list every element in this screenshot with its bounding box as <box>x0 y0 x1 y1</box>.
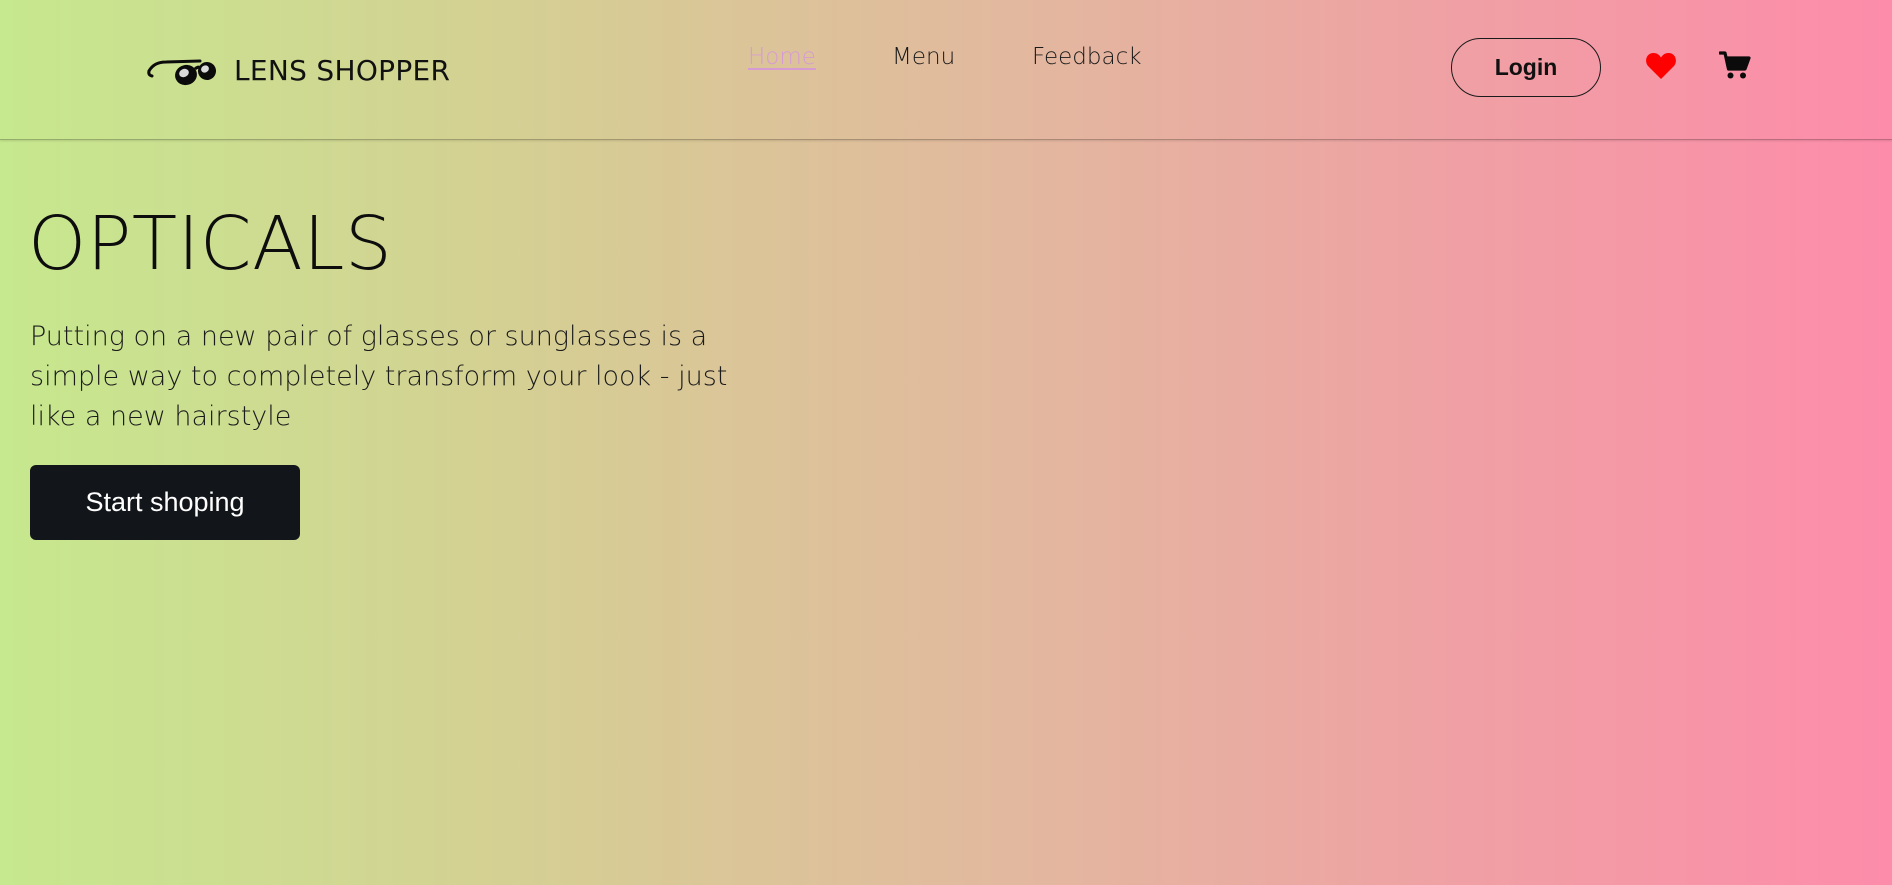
start-shopping-button[interactable]: Start shoping <box>30 465 300 540</box>
nav-link-menu[interactable]: Menu <box>892 44 955 70</box>
sunglasses-icon <box>146 52 218 88</box>
heart-icon[interactable] <box>1644 48 1678 82</box>
hero-title: OPTICALS <box>28 201 393 287</box>
nav-link-feedback[interactable]: Feedback <box>1032 44 1142 70</box>
navbar: LENS SHOPPER Home Menu Feedback Login <box>0 0 1892 140</box>
brand-logo[interactable]: LENS SHOPPER <box>146 50 450 90</box>
brand-name: LENS SHOPPER <box>234 53 451 87</box>
cart-icon[interactable] <box>1718 48 1752 82</box>
nav-link-home[interactable]: Home <box>748 44 816 70</box>
login-button[interactable]: Login <box>1451 38 1601 97</box>
hero-description: Putting on a new pair of glasses or sung… <box>30 321 728 432</box>
